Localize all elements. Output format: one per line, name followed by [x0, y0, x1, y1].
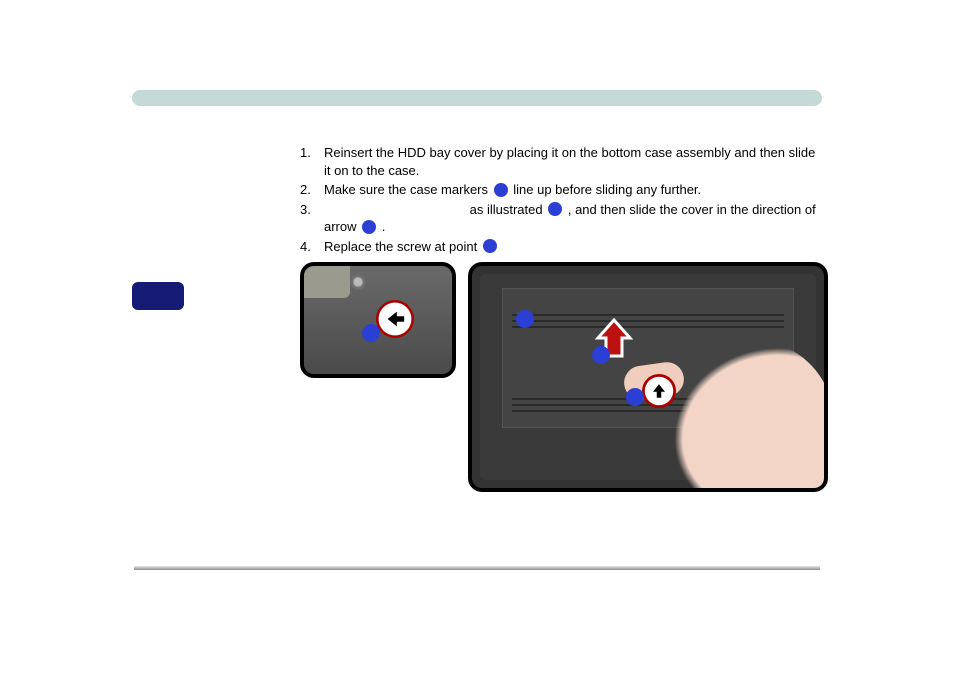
- arrow-left-icon: [384, 308, 406, 330]
- step-text: Make sure the case markers line up befor…: [324, 181, 820, 199]
- step-text-fragment: .: [382, 219, 386, 234]
- reference-bullet-icon: [626, 388, 644, 406]
- arrow-up-badge-icon: [642, 374, 676, 408]
- reference-bullet-icon: [516, 310, 534, 328]
- step-number: 2.: [300, 181, 324, 199]
- reference-bullet-icon: [494, 183, 508, 197]
- figures-row: [300, 262, 828, 492]
- step-number: 3.: [300, 201, 324, 236]
- step-3: 3. as illustrated , and then slide the c…: [300, 201, 820, 236]
- reference-bullet-icon: [362, 220, 376, 234]
- header-bar: [132, 90, 822, 106]
- step-text-fragment: Reinsert the HDD bay cover by placing it…: [324, 145, 815, 178]
- step-text: Replace the screw at point: [324, 238, 820, 256]
- figure-small: [300, 262, 456, 378]
- reference-bullet-icon: [483, 239, 497, 253]
- metal-corner: [304, 266, 350, 298]
- step-text: Reinsert the HDD bay cover by placing it…: [324, 144, 820, 179]
- step-number: 1.: [300, 144, 324, 179]
- reference-bullet-icon: [592, 346, 610, 364]
- step-text-fragment: line up before sliding any further.: [513, 182, 701, 197]
- arrow-left-badge-icon: [376, 300, 414, 338]
- vent-line: [512, 320, 784, 322]
- reference-bullet-icon: [548, 202, 562, 216]
- step-text-fragment: Make sure the case markers: [324, 182, 492, 197]
- screw-icon: [350, 274, 366, 290]
- step-1: 1. Reinsert the HDD bay cover by placing…: [300, 144, 820, 179]
- vent-line: [512, 326, 784, 328]
- step-4: 4. Replace the screw at point: [300, 238, 820, 256]
- step-number: 4.: [300, 238, 324, 256]
- step-text-fragment: , and then slide the cover in the direct…: [324, 202, 816, 235]
- step-text-fragment: Replace the screw at point: [324, 239, 481, 254]
- reference-bullet-icon: [362, 324, 380, 342]
- footer-rule: [134, 566, 820, 570]
- side-tab: [132, 282, 184, 310]
- vent-line: [512, 314, 784, 316]
- figure-large: [468, 262, 828, 492]
- instruction-list: 1. Reinsert the HDD bay cover by placing…: [300, 144, 820, 257]
- arrow-up-small-icon: [650, 382, 668, 400]
- step-text-fragment: as illustrated: [470, 202, 547, 217]
- step-text: as illustrated , and then slide the cove…: [324, 201, 820, 236]
- step-2: 2. Make sure the case markers line up be…: [300, 181, 820, 199]
